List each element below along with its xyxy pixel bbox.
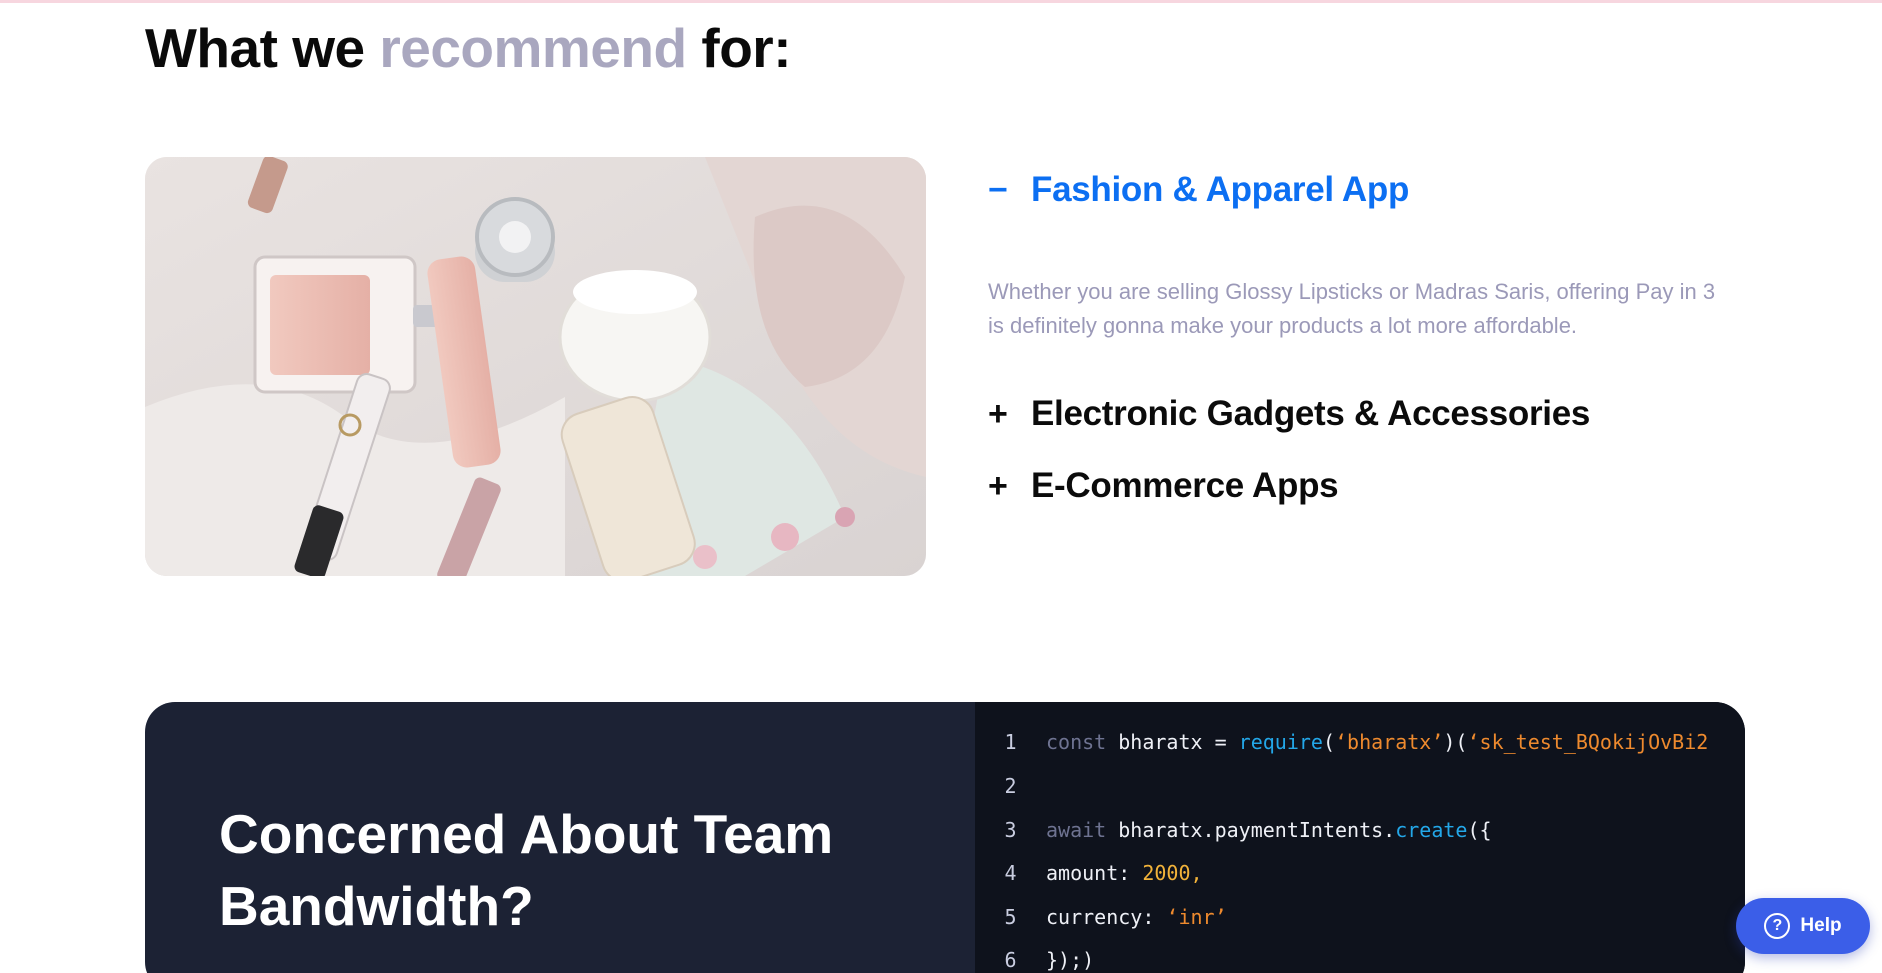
code-string: ‘inr’ xyxy=(1166,905,1227,929)
code-line: 5 currency: ‘inr’ xyxy=(975,902,1227,932)
code-text: currency: xyxy=(1046,905,1167,929)
plus-icon[interactable]: + xyxy=(988,469,1031,503)
minus-icon[interactable]: − xyxy=(988,173,1031,207)
code-function: create xyxy=(1395,818,1468,842)
accordion-item-ecommerce[interactable]: + E-Commerce Apps xyxy=(988,466,1768,506)
top-border xyxy=(0,0,1882,3)
code-text: });) xyxy=(1046,948,1095,972)
code-text: ( xyxy=(1322,730,1336,754)
line-number: 3 xyxy=(1004,818,1017,842)
help-label: Help xyxy=(1800,915,1842,936)
accordion-item-electronics[interactable]: + Electronic Gadgets & Accessories xyxy=(988,394,1768,434)
code-line: 2 xyxy=(975,771,1046,801)
code-text: , xyxy=(1190,861,1203,885)
heading-part-2: for: xyxy=(701,17,792,79)
code-line: 6 });) xyxy=(975,945,1094,973)
code-line: 4 amount: 2000, xyxy=(975,858,1203,888)
code-text: bharatx.paymentIntents. xyxy=(1106,818,1396,842)
plus-icon[interactable]: + xyxy=(988,397,1031,431)
accordion-title-ecommerce[interactable]: E-Commerce Apps xyxy=(1031,466,1339,506)
code-text: bharatx = xyxy=(1106,730,1239,754)
accordion-description-fashion: Whether you are selling Glossy Lipsticks… xyxy=(988,279,1716,338)
code-keyword: await xyxy=(1046,818,1107,842)
code-line: 1 const bharatx = require(‘bharatx’)(‘sk… xyxy=(975,727,1708,757)
code-snippet: 1 const bharatx = require(‘bharatx’)(‘sk… xyxy=(975,702,1745,973)
line-number: 1 xyxy=(1004,730,1017,754)
accordion-title-fashion[interactable]: Fashion & Apparel App xyxy=(1031,170,1409,210)
line-number: 2 xyxy=(1004,774,1017,798)
heading-part-1: What we xyxy=(145,17,365,79)
code-number: 2000 xyxy=(1142,861,1191,885)
line-number: 6 xyxy=(1004,948,1017,972)
section-heading: What we recommend for: xyxy=(145,16,792,80)
cosmetics-photo xyxy=(145,157,926,576)
code-keyword: const xyxy=(1046,730,1107,754)
team-bandwidth-card: Concerned About Team Bandwidth? 1 const … xyxy=(145,702,1745,973)
line-number: 4 xyxy=(1004,861,1017,885)
line-number: 5 xyxy=(1004,905,1017,929)
code-text: )( xyxy=(1443,730,1468,754)
code-string: ‘sk_test_BQokijOvBi2 xyxy=(1467,730,1709,754)
team-bandwidth-title: Concerned About Team Bandwidth? xyxy=(219,803,834,937)
code-text: amount: xyxy=(1046,861,1143,885)
accordion-item-fashion[interactable]: − Fashion & Apparel App xyxy=(988,170,1768,210)
code-line: 3 await bharatx.paymentIntents.create({ xyxy=(975,815,1492,845)
code-function: require xyxy=(1238,730,1323,754)
accordion-title-electronics[interactable]: Electronic Gadgets & Accessories xyxy=(1031,394,1590,434)
help-button[interactable]: ? Help xyxy=(1736,898,1870,954)
code-string: ‘bharatx’ xyxy=(1335,730,1444,754)
help-circle-icon: ? xyxy=(1764,913,1791,939)
heading-accent: recommend xyxy=(379,17,687,79)
code-text: ({ xyxy=(1467,818,1492,842)
